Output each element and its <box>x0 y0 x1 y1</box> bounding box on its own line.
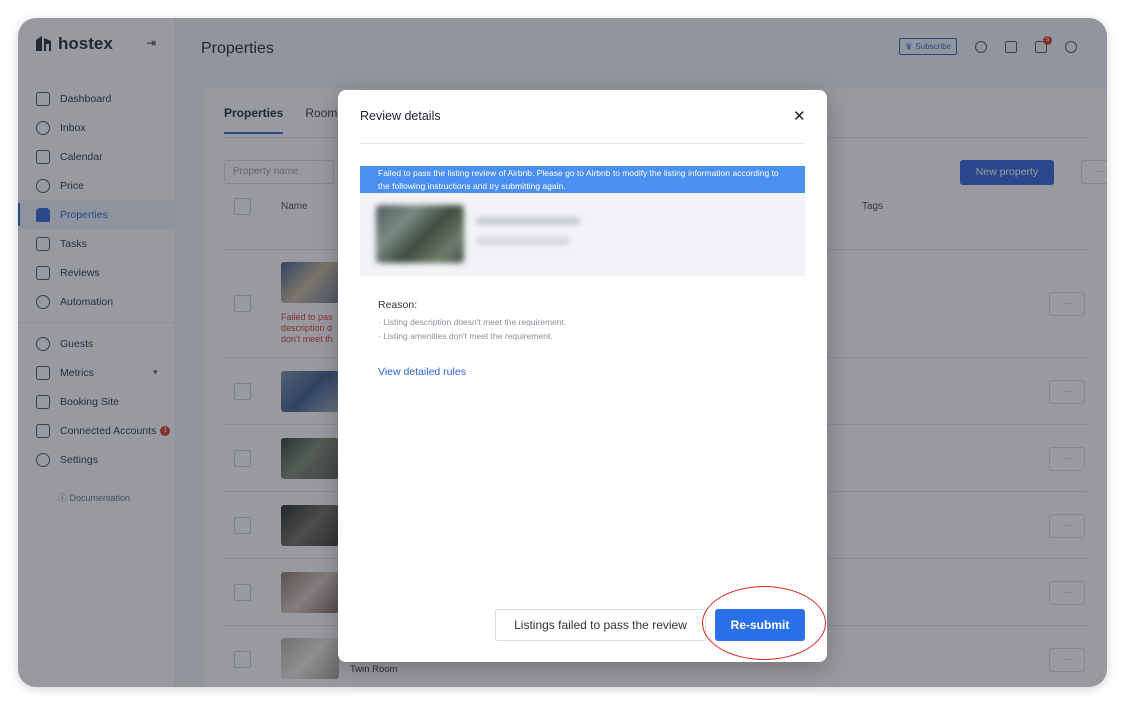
reason-item: · Listing description doesn't meet the r… <box>378 317 567 327</box>
close-icon[interactable]: ✕ <box>793 107 806 125</box>
listing-preview <box>360 193 805 276</box>
reason-label: Reason: <box>378 299 418 311</box>
listing-thumbnail <box>376 205 464 263</box>
review-details-modal: Review details ✕ Failed to pass the list… <box>338 90 827 662</box>
blurred-listing-subtitle <box>476 237 570 245</box>
reason-item: · Listing amenities don't meet the requi… <box>378 331 553 341</box>
view-detailed-rules-link[interactable]: View detailed rules <box>378 366 466 378</box>
review-failed-banner: Failed to pass the listing review of Air… <box>360 166 805 193</box>
modal-title: Review details <box>360 109 441 123</box>
listings-failed-review-button[interactable]: Listings failed to pass the review <box>495 609 706 641</box>
blurred-listing-title <box>476 217 580 225</box>
highlight-annotation <box>702 586 826 660</box>
modal-divider <box>360 143 805 144</box>
